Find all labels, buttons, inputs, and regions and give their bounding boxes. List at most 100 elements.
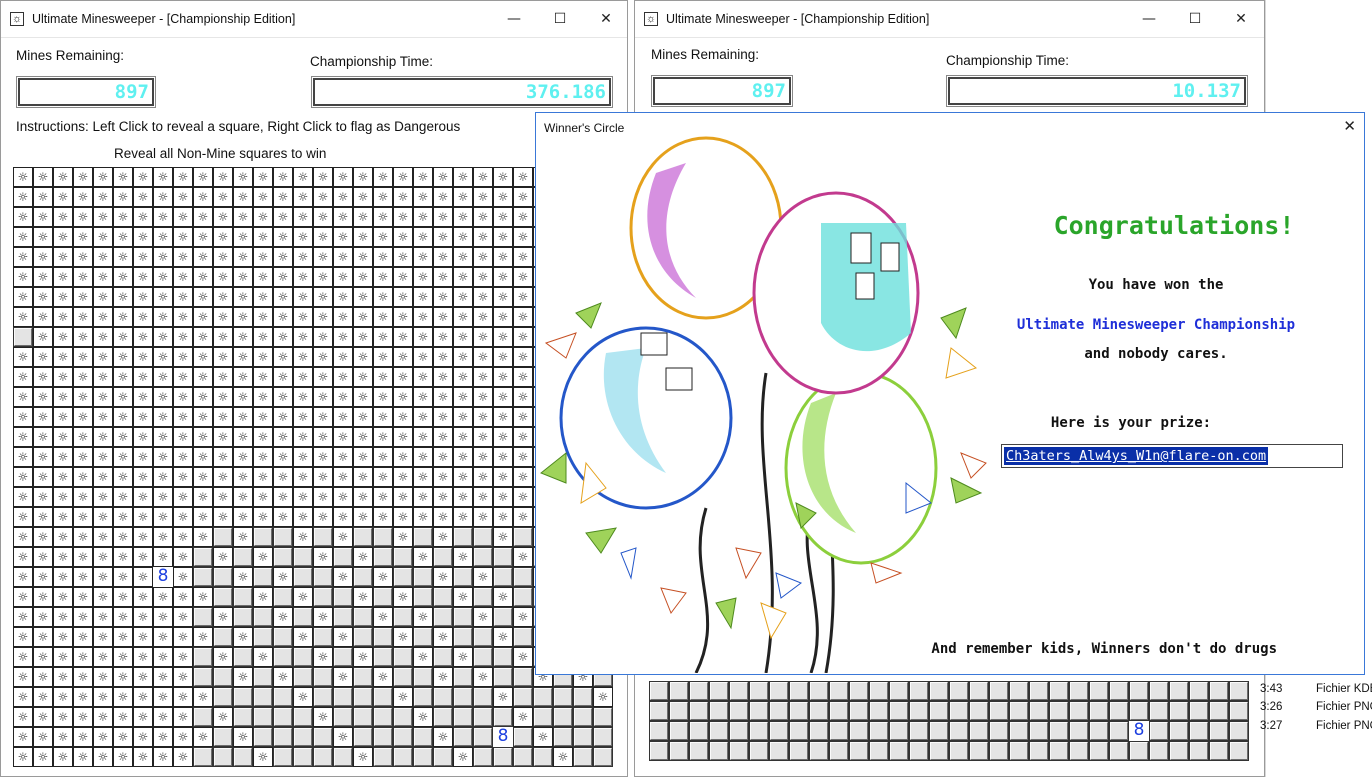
mine-cell[interactable]: ☼ [213, 367, 233, 387]
mine-cell[interactable]: ☼ [493, 587, 513, 607]
mine-cell[interactable]: ☼ [173, 447, 193, 467]
mine-cell[interactable]: ☼ [53, 727, 73, 747]
mine-cell[interactable]: ☼ [33, 627, 53, 647]
mine-cell[interactable]: ☼ [253, 447, 273, 467]
mine-cell[interactable]: ☼ [213, 347, 233, 367]
mine-cell[interactable]: ☼ [373, 167, 393, 187]
mine-cell[interactable]: ☼ [133, 467, 153, 487]
mine-cell[interactable]: ☼ [173, 687, 193, 707]
mine-cell[interactable]: ☼ [453, 587, 473, 607]
mine-cell[interactable]: ☼ [53, 427, 73, 447]
mine-cell[interactable]: ☼ [193, 687, 213, 707]
hidden-cell[interactable] [513, 667, 533, 687]
mine-cell[interactable]: ☼ [113, 207, 133, 227]
mine-cell[interactable]: ☼ [293, 187, 313, 207]
mine-cell[interactable]: ☼ [553, 747, 573, 767]
hidden-cell[interactable] [213, 727, 233, 747]
mine-cell[interactable]: ☼ [333, 367, 353, 387]
hidden-cell[interactable] [373, 747, 393, 767]
mine-cell[interactable]: ☼ [113, 747, 133, 767]
mine-cell[interactable]: ☼ [313, 287, 333, 307]
mine-cell[interactable]: ☼ [413, 187, 433, 207]
hidden-cell[interactable] [293, 727, 313, 747]
hidden-cell[interactable] [313, 627, 333, 647]
hidden-cell[interactable] [1089, 721, 1109, 741]
mine-cell[interactable]: ☼ [53, 387, 73, 407]
hidden-cell[interactable] [373, 647, 393, 667]
mine-cell[interactable]: ☼ [233, 307, 253, 327]
hidden-cell[interactable] [809, 721, 829, 741]
mine-cell[interactable]: ☼ [233, 387, 253, 407]
mine-cell[interactable]: ☼ [213, 387, 233, 407]
hidden-cell[interactable] [453, 727, 473, 747]
hidden-cell[interactable] [929, 681, 949, 701]
mine-cell[interactable]: ☼ [433, 507, 453, 527]
mine-cell[interactable]: ☼ [413, 227, 433, 247]
mine-cell[interactable]: ☼ [173, 407, 193, 427]
mine-cell[interactable]: ☼ [13, 707, 33, 727]
mine-cell[interactable]: ☼ [433, 447, 453, 467]
mine-cell[interactable]: ☼ [313, 267, 333, 287]
hidden-cell[interactable] [593, 707, 613, 727]
hidden-cell[interactable] [729, 701, 749, 721]
mine-cell[interactable]: ☼ [93, 267, 113, 287]
hidden-cell[interactable] [493, 667, 513, 687]
mine-cell[interactable]: ☼ [413, 207, 433, 227]
hidden-cell[interactable] [1069, 701, 1089, 721]
mine-cell[interactable]: ☼ [173, 527, 193, 547]
hidden-cell[interactable] [1029, 681, 1049, 701]
mine-cell[interactable]: ☼ [73, 507, 93, 527]
hidden-cell[interactable] [649, 701, 669, 721]
hidden-cell[interactable] [849, 701, 869, 721]
mine-cell[interactable]: ☼ [173, 267, 193, 287]
hidden-cell[interactable] [1009, 701, 1029, 721]
mine-cell[interactable]: ☼ [13, 527, 33, 547]
mine-cell[interactable]: ☼ [293, 387, 313, 407]
mine-cell[interactable]: ☼ [273, 607, 293, 627]
hidden-cell[interactable] [989, 721, 1009, 741]
hidden-cell[interactable] [413, 567, 433, 587]
mine-cell[interactable]: ☼ [253, 327, 273, 347]
mine-cell[interactable]: ☼ [13, 187, 33, 207]
mine-cell[interactable]: ☼ [53, 667, 73, 687]
mine-cell[interactable]: ☼ [353, 247, 373, 267]
mine-cell[interactable]: ☼ [53, 227, 73, 247]
mine-cell[interactable]: ☼ [153, 507, 173, 527]
hidden-cell[interactable] [829, 681, 849, 701]
mine-cell[interactable]: ☼ [333, 207, 353, 227]
mine-cell[interactable]: ☼ [413, 367, 433, 387]
mine-cell[interactable]: ☼ [113, 387, 133, 407]
mine-cell[interactable]: ☼ [213, 167, 233, 187]
mine-cell[interactable]: ☼ [133, 367, 153, 387]
mine-cell[interactable]: ☼ [213, 427, 233, 447]
hidden-cell[interactable] [313, 567, 333, 587]
hidden-cell[interactable] [1209, 721, 1229, 741]
mine-cell[interactable]: ☼ [393, 487, 413, 507]
hidden-cell[interactable] [353, 727, 373, 747]
mine-cell[interactable]: ☼ [33, 727, 53, 747]
hidden-cell[interactable] [273, 527, 293, 547]
mine-cell[interactable]: ☼ [193, 427, 213, 447]
mine-cell[interactable]: ☼ [453, 387, 473, 407]
mine-cell[interactable]: ☼ [133, 387, 153, 407]
hidden-cell[interactable] [1169, 741, 1189, 761]
hidden-cell[interactable] [253, 607, 273, 627]
mine-cell[interactable]: ☼ [473, 247, 493, 267]
mine-cell[interactable]: ☼ [393, 287, 413, 307]
mine-cell[interactable]: ☼ [233, 327, 253, 347]
mine-cell[interactable]: ☼ [273, 287, 293, 307]
mine-cell[interactable]: ☼ [293, 627, 313, 647]
mine-cell[interactable]: ☼ [513, 367, 533, 387]
hidden-cell[interactable] [353, 707, 373, 727]
mine-cell[interactable]: ☼ [513, 507, 533, 527]
mine-cell[interactable]: ☼ [113, 367, 133, 387]
mine-cell[interactable]: ☼ [313, 307, 333, 327]
mine-cell[interactable]: ☼ [193, 387, 213, 407]
mine-cell[interactable]: ☼ [393, 627, 413, 647]
hidden-cell[interactable] [253, 667, 273, 687]
mine-cell[interactable]: ☼ [513, 227, 533, 247]
mine-cell[interactable]: ☼ [93, 587, 113, 607]
mine-cell[interactable]: ☼ [433, 467, 453, 487]
mine-cell[interactable]: ☼ [393, 267, 413, 287]
hidden-cell[interactable] [1109, 681, 1129, 701]
